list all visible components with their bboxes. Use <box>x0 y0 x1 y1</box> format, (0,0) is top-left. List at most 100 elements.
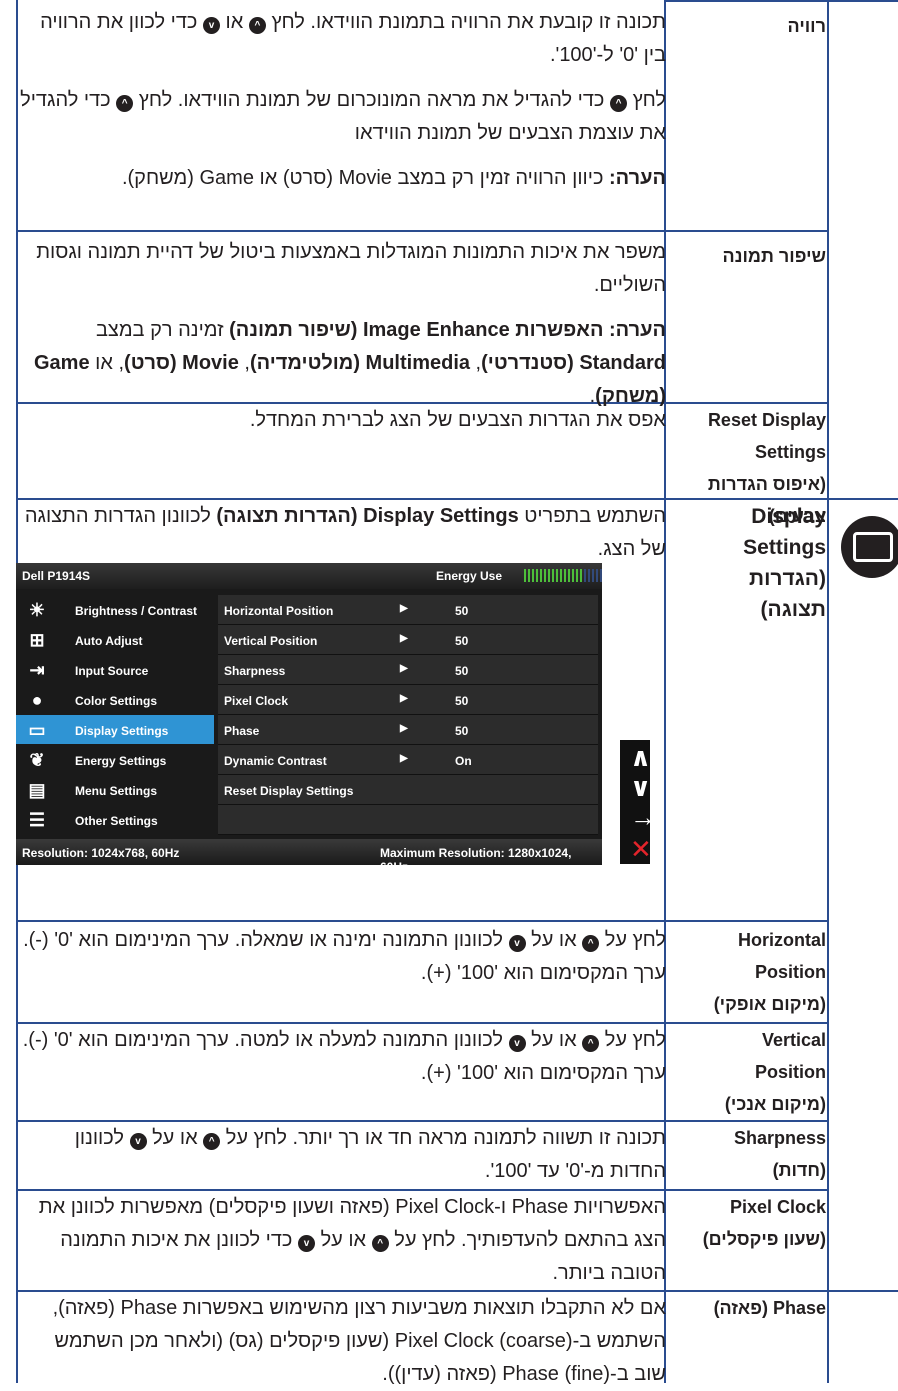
down-button-icon: v <box>298 1235 315 1252</box>
brightness-icon: ☀ <box>28 600 46 620</box>
submenu-arrow-icon: ▶ <box>400 723 408 734</box>
osd-menu-item-label: Menu Settings <box>75 784 158 798</box>
osd-resolution: Resolution: 1024x768, 60Hz <box>22 846 180 860</box>
nav-exit-icon: ✕ <box>630 834 652 864</box>
input-source-icon: ⇥ <box>29 660 45 680</box>
osd-submenu-item[interactable] <box>218 805 598 835</box>
osd-menu-item[interactable]: ❦ Energy Settings <box>16 745 214 774</box>
energy-bar-segment <box>572 569 574 582</box>
energy-bar-segment <box>552 569 554 582</box>
osd-submenu-label: Phase <box>224 724 260 738</box>
osd-header: Dell P1914S Energy Use <box>16 563 602 589</box>
osd-submenu-label: Reset Display Settings <box>224 784 354 798</box>
osd-submenu-item[interactable]: Horizontal Position ▶ 50 <box>218 595 598 625</box>
desc-text: לחץ על <box>604 1029 666 1051</box>
nav-down-icon: ∨ <box>630 772 652 802</box>
osd-menu-item[interactable]: ● Color Settings <box>16 685 214 714</box>
row-label-phase: Phase (פאזה) <box>713 1298 826 1318</box>
desc-text: או על <box>531 1029 577 1051</box>
row-desc-saturation: תכונה זו קובעת את הרוויה בתמונת הווידאו.… <box>18 6 666 207</box>
energy-bar-segment <box>588 569 590 582</box>
osd-submenu-label: Pixel Clock <box>224 694 289 708</box>
osd-menu-item-label: Brightness / Contrast <box>75 604 198 618</box>
energy-bar-segment <box>524 569 526 582</box>
sep: , <box>238 352 250 374</box>
osd-menu-item[interactable]: ▤ Menu Settings <box>16 775 214 804</box>
sep: , או <box>89 352 125 374</box>
osd-menu-item[interactable]: ☰ Other Settings <box>16 805 214 834</box>
up-button-icon: ^ <box>610 95 627 112</box>
osd-submenu-label: Horizontal Position <box>224 604 334 618</box>
osd-menu-item-label: Input Source <box>75 664 149 678</box>
submenu-arrow-icon: ▶ <box>400 603 408 614</box>
display-settings-icon: ▭ <box>28 720 46 740</box>
other-settings-icon: ☰ <box>28 810 46 830</box>
down-button-icon: v <box>508 1035 526 1052</box>
energy-meter <box>524 569 604 582</box>
row-label-image-enhance: שיפור תמונה <box>722 246 826 266</box>
down-button-icon: v <box>202 17 220 34</box>
osd-menu-item[interactable]: ▭ Display Settings <box>16 715 214 744</box>
row-desc-vertical-position: לחץ על ^ או על v לכוונון התמונה למעלה או… <box>18 1024 666 1090</box>
row-label-pixel-clock: Pixel Clock (שעון פיקסלים) <box>702 1197 826 1249</box>
osd-submenu-value: On <box>455 754 472 768</box>
desc-text: לחץ <box>632 89 666 111</box>
submenu-arrow-icon: ▶ <box>400 753 408 764</box>
row-desc-image-enhance: משפר את איכות התמונות המוגדלות באמצעות ב… <box>18 236 666 413</box>
row-label-vertical-position: Vertical Position (מיקום אנכי) <box>724 1030 826 1114</box>
energy-bar-segment <box>560 569 562 582</box>
row-desc-sharpness: תכונה זו תשווה לתמונה מראה חד או רך יותר… <box>18 1122 666 1188</box>
osd-model: Dell P1914S <box>22 569 91 583</box>
desc-text: משפר את איכות התמונות המוגדלות באמצעות ב… <box>36 241 666 296</box>
menu-name: Display Settings (הגדרות תצוגה) <box>216 505 519 527</box>
row-label-sharpness: Sharpness (חדות) <box>733 1128 826 1180</box>
table-right-border <box>827 0 829 1383</box>
osd-menu-item[interactable]: ⊞ Auto Adjust <box>16 625 214 654</box>
row-desc-pixel-clock: האפשרויות Phase ו-Pixel Clock (פאזה ושעו… <box>18 1191 666 1290</box>
osd-energy-label: Energy Use <box>436 569 503 583</box>
desc-text: השתמש בתפריט <box>518 505 666 527</box>
submenu-arrow-icon: ▶ <box>400 663 408 674</box>
osd-menu-screenshot: Dell P1914S Energy Use ☀ Brightness / Con… <box>16 563 602 874</box>
note-mode: Multimedia (מולטימדיה) <box>249 352 470 374</box>
up-button-icon: ^ <box>582 935 600 952</box>
osd-submenu-item[interactable]: Phase ▶ 50 <box>218 715 598 745</box>
energy-bar-segment <box>548 569 550 582</box>
osd-submenu-item[interactable]: Sharpness ▶ 50 <box>218 655 598 685</box>
color-settings-icon: ● <box>31 690 43 710</box>
osd-footer: Resolution: 1024x768, 60Hz Maximum Resol… <box>16 839 602 874</box>
energy-bar-segment <box>600 569 602 582</box>
nav-up-icon: ∧ <box>630 742 652 772</box>
osd-menu-item-label: Energy Settings <box>75 754 167 768</box>
note-text: זמינה רק במצב <box>95 319 230 341</box>
row-label-display-settings: Display Settings (הגדרות תצוגה) <box>743 505 826 621</box>
osd-menu-item-label: Other Settings <box>75 814 158 828</box>
row-divider <box>16 230 828 232</box>
osd-submenu-item[interactable]: Dynamic Contrast ▶ On <box>218 745 598 775</box>
energy-bar-segment <box>528 569 530 582</box>
osd-submenu-label: Vertical Position <box>224 634 318 648</box>
desc-text: או על <box>531 929 577 951</box>
row-desc-display-settings: השתמש בתפריט Display Settings (הגדרות תצ… <box>18 500 666 566</box>
up-button-icon: ^ <box>203 1133 221 1150</box>
sep: , <box>470 352 482 374</box>
osd-menu-item-label: Display Settings <box>75 724 169 738</box>
up-button-icon: ^ <box>371 1235 389 1252</box>
energy-bar-segment <box>576 569 578 582</box>
osd-submenu-item[interactable]: Vertical Position ▶ 50 <box>218 625 598 655</box>
note-mode: Standard (סטנדרטי) <box>481 352 666 374</box>
osd-menu-item[interactable]: ☀ Brightness / Contrast <box>16 595 214 624</box>
osd-submenu-item[interactable]: Pixel Clock ▶ 50 <box>218 685 598 715</box>
energy-bar-segment <box>596 569 598 582</box>
energy-bar-segment <box>532 569 534 582</box>
row-label-saturation: רוויה <box>787 16 826 36</box>
osd-submenu-item[interactable]: Reset Display Settings <box>218 775 598 805</box>
desc-text: או על <box>152 1127 198 1149</box>
energy-bar-segment <box>592 569 594 582</box>
up-button-icon: ^ <box>116 95 134 112</box>
up-button-icon: ^ <box>582 1035 600 1052</box>
row-desc-phase: אם לא התקבלו תוצאות משביעות רצון מהשימוש… <box>52 1297 666 1385</box>
osd-menu-item[interactable]: ⇥ Input Source <box>16 655 214 684</box>
row-desc-horizontal-position: לחץ על ^ או על v לכוונון התמונה ימינה או… <box>18 924 666 990</box>
down-button-icon: v <box>508 935 526 952</box>
